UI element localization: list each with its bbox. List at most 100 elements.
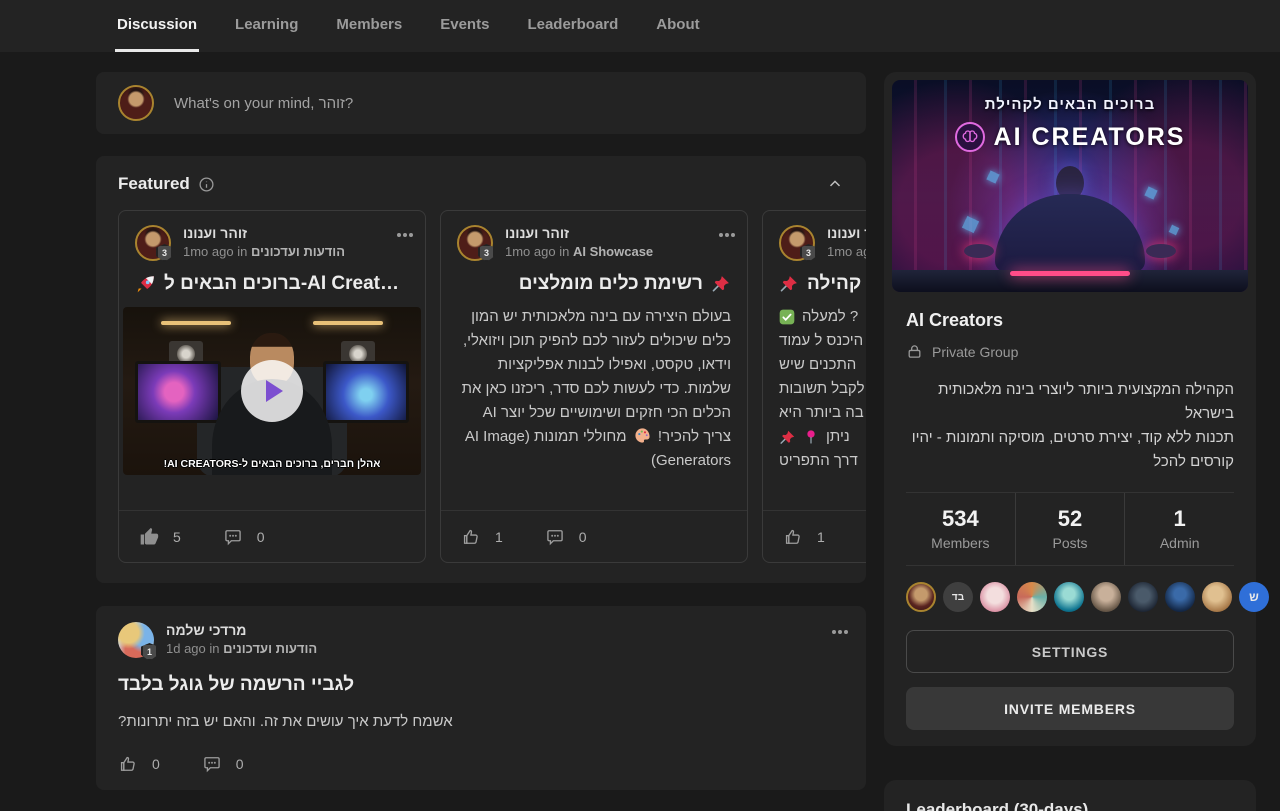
post-title: לגביי הרשמה של גוגל בלבד (118, 674, 844, 696)
level-badge: 1 (141, 643, 158, 661)
banner-group-title: AI CREATORS (994, 123, 1186, 152)
pushpin-icon (779, 274, 799, 294)
group-name: AI Creators (906, 310, 1234, 331)
post-meta: 1d ago in הודעות ועדכונים (166, 641, 824, 656)
more-options-icon[interactable] (838, 630, 842, 634)
member-avatar[interactable] (1017, 582, 1047, 612)
comment-icon[interactable] (223, 527, 243, 547)
member-avatar[interactable] (1128, 582, 1158, 612)
post-category[interactable]: הודעות ועדכונים (223, 641, 317, 656)
thumbs-up-icon[interactable] (139, 527, 159, 547)
level-badge: 3 (478, 244, 495, 262)
avatar: 3 (457, 225, 493, 261)
stat-admins[interactable]: 1 Admin (1124, 493, 1234, 565)
post-author: זוהר וענונו (183, 225, 389, 241)
tab-learning[interactable]: Learning (233, 0, 300, 52)
tab-about[interactable]: About (654, 0, 701, 52)
group-banner-image: ברוכים הבאים לקהילת AI CREATORS (892, 80, 1248, 292)
group-privacy: Private Group (932, 344, 1018, 360)
member-avatar[interactable] (906, 582, 936, 612)
comment-icon[interactable] (545, 527, 565, 547)
level-badge: 3 (156, 244, 173, 262)
group-stats: 534 Members 52 Posts 1 Admin (906, 493, 1234, 566)
post-category[interactable]: הודעות ועדכונים (251, 244, 345, 259)
member-avatar[interactable]: ש (1239, 582, 1269, 612)
tab-events[interactable]: Events (438, 0, 491, 52)
pushpin-icon (779, 429, 796, 446)
post-meta: 1mo ago in AI Showcase (505, 244, 711, 259)
info-icon[interactable] (198, 176, 215, 193)
thumbs-up-icon[interactable] (118, 754, 138, 774)
top-navigation: Discussion Learning Members Events Leade… (0, 0, 1280, 52)
composer-prompt: What's on your mind, זוהר? (174, 95, 353, 112)
check-icon (779, 309, 795, 325)
post-category[interactable]: AI Showcase (573, 244, 653, 259)
palette-icon (634, 427, 651, 444)
featured-card-tools[interactable]: 3 זוהר וענונו 1mo ago in AI Showcase רש (440, 210, 748, 563)
post-meta: 1mo ago in (827, 244, 866, 259)
banner-welcome-text: ברוכים הבאים לקהילת (892, 96, 1248, 113)
member-avatar[interactable]: בד (943, 582, 973, 612)
lock-icon (906, 343, 923, 360)
comment-count: 0 (579, 529, 587, 545)
round-pushpin-icon (803, 429, 819, 445)
group-description: הקהילה המקצועית ביותר ליוצרי בינה מלאכות… (906, 378, 1234, 493)
thumbs-up-icon[interactable] (461, 527, 481, 547)
like-count: 1 (817, 529, 825, 545)
member-avatar[interactable] (1202, 582, 1232, 612)
member-avatars-row: בד ש (906, 582, 1234, 612)
post-title: ברוכים הבאים ל-AI Creat… (135, 273, 409, 295)
comment-count: 0 (236, 756, 244, 772)
brain-icon (955, 122, 985, 152)
chevron-up-icon[interactable] (826, 175, 844, 193)
post-author: מרדכי שלמה (166, 622, 824, 638)
feed-post[interactable]: 1 מרדכי שלמה 1d ago in הודעות ועדכונים ל… (96, 606, 866, 790)
tab-leaderboard[interactable]: Leaderboard (525, 0, 620, 52)
member-avatar[interactable] (1091, 582, 1121, 612)
comment-icon[interactable] (202, 754, 222, 774)
like-count: 1 (495, 529, 503, 545)
play-icon[interactable] (241, 360, 303, 422)
settings-button[interactable]: SETTINGS (906, 630, 1234, 673)
featured-carousel: 3 זוהר וענונו 1mo ago in הודעות ועדכונים (118, 210, 866, 563)
avatar: 1 (118, 622, 154, 658)
like-count: 5 (173, 529, 181, 545)
stat-posts[interactable]: 52 Posts (1015, 493, 1125, 565)
invite-members-button[interactable]: INVITE MEMBERS (906, 687, 1234, 730)
member-avatar[interactable] (980, 582, 1010, 612)
group-info-card: ברוכים הבאים לקהילת AI CREATORS AI Creat… (884, 72, 1256, 746)
featured-title: Featured (118, 174, 190, 194)
comment-count: 0 (257, 529, 265, 545)
thumbs-up-icon[interactable] (783, 527, 803, 547)
post-body: למעלה ? היכנס ל עמוד התכנים שיש לקבל תשו… (763, 305, 866, 473)
pushpin-icon (711, 274, 731, 294)
post-title: רשימת כלים מומלצים (457, 273, 731, 295)
featured-card-community[interactable]: 3 זוהר וענונו 1mo ago in קהילה (762, 210, 866, 563)
rocket-icon (135, 274, 156, 295)
level-badge: 3 (800, 244, 817, 262)
tab-members[interactable]: Members (334, 0, 404, 52)
current-user-avatar (118, 85, 154, 121)
post-body: אשמח לדעת איך עושים את זה. והאם יש בזה י… (118, 713, 844, 730)
more-options-icon[interactable] (403, 233, 407, 237)
like-count: 0 (152, 756, 160, 772)
post-body: בעולם היצירה עם בינה מלאכותית יש המון כל… (457, 305, 731, 473)
post-title: קהילה (779, 273, 866, 295)
post-meta: 1mo ago in הודעות ועדכונים (183, 244, 389, 259)
leaderboard-title: Leaderboard (30-days) (906, 800, 1234, 811)
member-avatar[interactable] (1054, 582, 1084, 612)
avatar: 3 (135, 225, 171, 261)
avatar: 3 (779, 225, 815, 261)
featured-card-welcome[interactable]: 3 זוהר וענונו 1mo ago in הודעות ועדכונים (118, 210, 426, 563)
post-author: זוהר וענונו (505, 225, 711, 241)
featured-section: Featured 3 זוהר וענונו 1mo ago in הודעו (96, 156, 866, 583)
tab-discussion[interactable]: Discussion (115, 0, 199, 52)
member-avatar[interactable] (1165, 582, 1195, 612)
post-composer[interactable]: What's on your mind, זוהר? (96, 72, 866, 134)
more-options-icon[interactable] (725, 233, 729, 237)
leaderboard-card: Leaderboard (30-days) (884, 780, 1256, 811)
video-caption: אהלן חברים, ברוכים הבאים ל-AI CREATORS! (123, 458, 421, 470)
stat-members[interactable]: 534 Members (906, 493, 1015, 565)
video-thumbnail[interactable]: אהלן חברים, ברוכים הבאים ל-AI CREATORS! (123, 307, 421, 475)
post-author: זוהר וענונו (827, 225, 866, 241)
